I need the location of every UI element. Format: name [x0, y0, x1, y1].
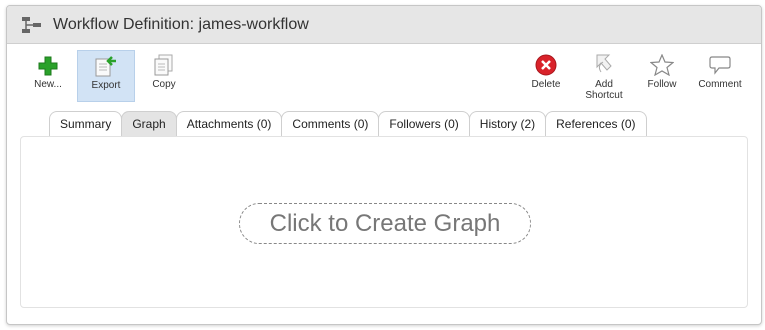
export-button[interactable]: Export [77, 50, 135, 102]
add-shortcut-label-line2: Shortcut [585, 90, 623, 101]
tab-history[interactable]: History (2) [468, 111, 547, 137]
tab-bar: Summary Graph Attachments (0) Comments (… [49, 111, 647, 137]
follow-button-label: Follow [647, 79, 677, 90]
tab-comments[interactable]: Comments (0) [281, 111, 380, 137]
plus-icon [38, 50, 58, 76]
tab-references[interactable]: References (0) [545, 111, 647, 137]
star-icon [650, 50, 674, 76]
delete-button[interactable]: Delete [517, 50, 575, 102]
workflow-icon [21, 14, 43, 36]
copy-button-label: Copy [152, 79, 176, 90]
workflow-definition-panel: Workflow Definition: james-workflow New.… [6, 5, 762, 325]
add-shortcut-button[interactable]: Add Shortcut [575, 50, 633, 102]
page-title: Workflow Definition: james-workflow [53, 15, 309, 33]
tab-summary[interactable]: Summary [49, 111, 123, 137]
add-shortcut-label-line1: Add [595, 79, 613, 90]
tab-graph[interactable]: Graph [121, 111, 177, 137]
delete-button-label: Delete [531, 79, 561, 90]
comment-icon [709, 50, 731, 76]
export-icon [94, 51, 118, 77]
comment-button[interactable]: Comment [691, 50, 749, 102]
tab-attachments[interactable]: Attachments (0) [175, 111, 283, 137]
export-button-label: Export [91, 80, 121, 91]
tab-followers[interactable]: Followers (0) [378, 111, 470, 137]
copy-button[interactable]: Copy [135, 50, 193, 102]
new-button-label: New... [34, 79, 62, 90]
shortcut-icon [593, 50, 615, 76]
follow-button[interactable]: Follow [633, 50, 691, 102]
graph-content-area: Click to Create Graph [20, 136, 748, 308]
panel-titlebar: Workflow Definition: james-workflow [7, 6, 761, 44]
comment-button-label: Comment [698, 79, 742, 90]
new-button[interactable]: New... [19, 50, 77, 102]
delete-icon [535, 50, 557, 76]
create-graph-button[interactable]: Click to Create Graph [239, 203, 531, 244]
copy-icon [153, 50, 175, 76]
toolbar: New... Export Copy Delete Add Shortcut F… [7, 44, 761, 112]
